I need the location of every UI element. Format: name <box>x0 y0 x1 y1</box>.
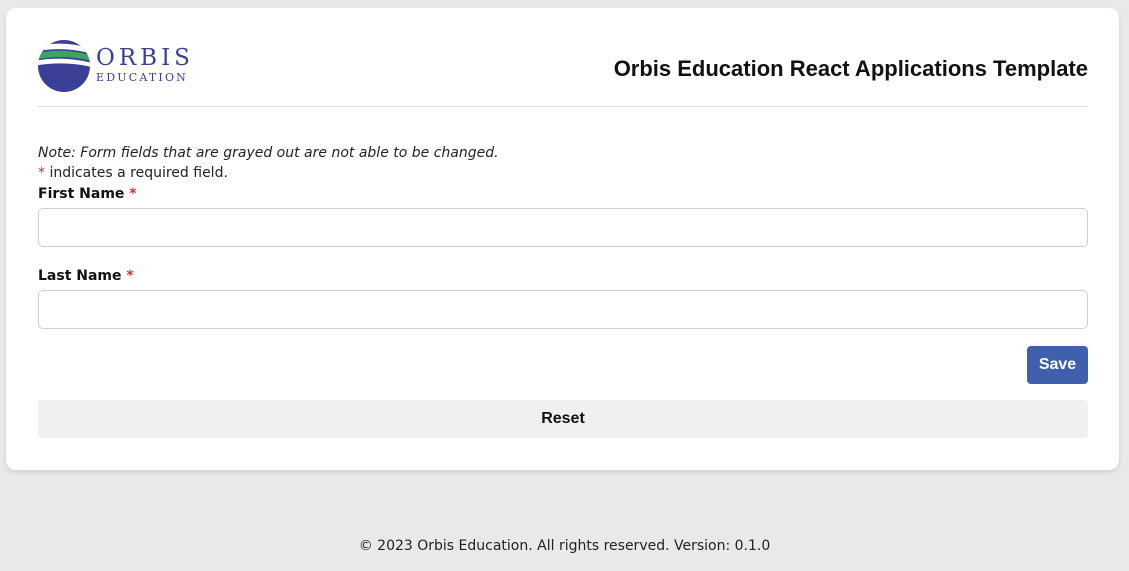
reset-button[interactable]: Reset <box>38 400 1088 438</box>
last-name-label: Last Name * <box>38 266 134 286</box>
logo-subtitle: EDUCATION <box>96 71 189 84</box>
required-asterisk: * <box>129 186 137 202</box>
orbis-education-logo: ORBIS EDUCATION <box>38 38 198 94</box>
required-asterisk: * <box>126 268 134 284</box>
last-name-label-text: Last Name <box>38 268 122 284</box>
first-name-input[interactable] <box>38 208 1088 247</box>
last-name-input[interactable] <box>38 290 1088 329</box>
orbis-globe-icon <box>38 40 90 92</box>
page-footer: © 2023 Orbis Education. All rights reser… <box>358 538 771 554</box>
page-title: Orbis Education React Applications Templ… <box>613 56 1088 81</box>
required-field-note: * indicates a required field. <box>38 163 228 183</box>
save-button[interactable]: Save <box>1027 346 1088 384</box>
logo-wordmark: ORBIS <box>96 45 194 71</box>
main-card: ORBIS EDUCATION Orbis Education React Ap… <box>6 8 1119 470</box>
required-asterisk: * <box>38 165 45 181</box>
page-header: ORBIS EDUCATION Orbis Education React Ap… <box>38 36 1088 107</box>
first-name-label: First Name * <box>38 184 137 204</box>
first-name-label-text: First Name <box>38 186 125 202</box>
form-note: Note: Form fields that are grayed out ar… <box>38 145 499 161</box>
required-note-text: indicates a required field. <box>45 165 228 181</box>
